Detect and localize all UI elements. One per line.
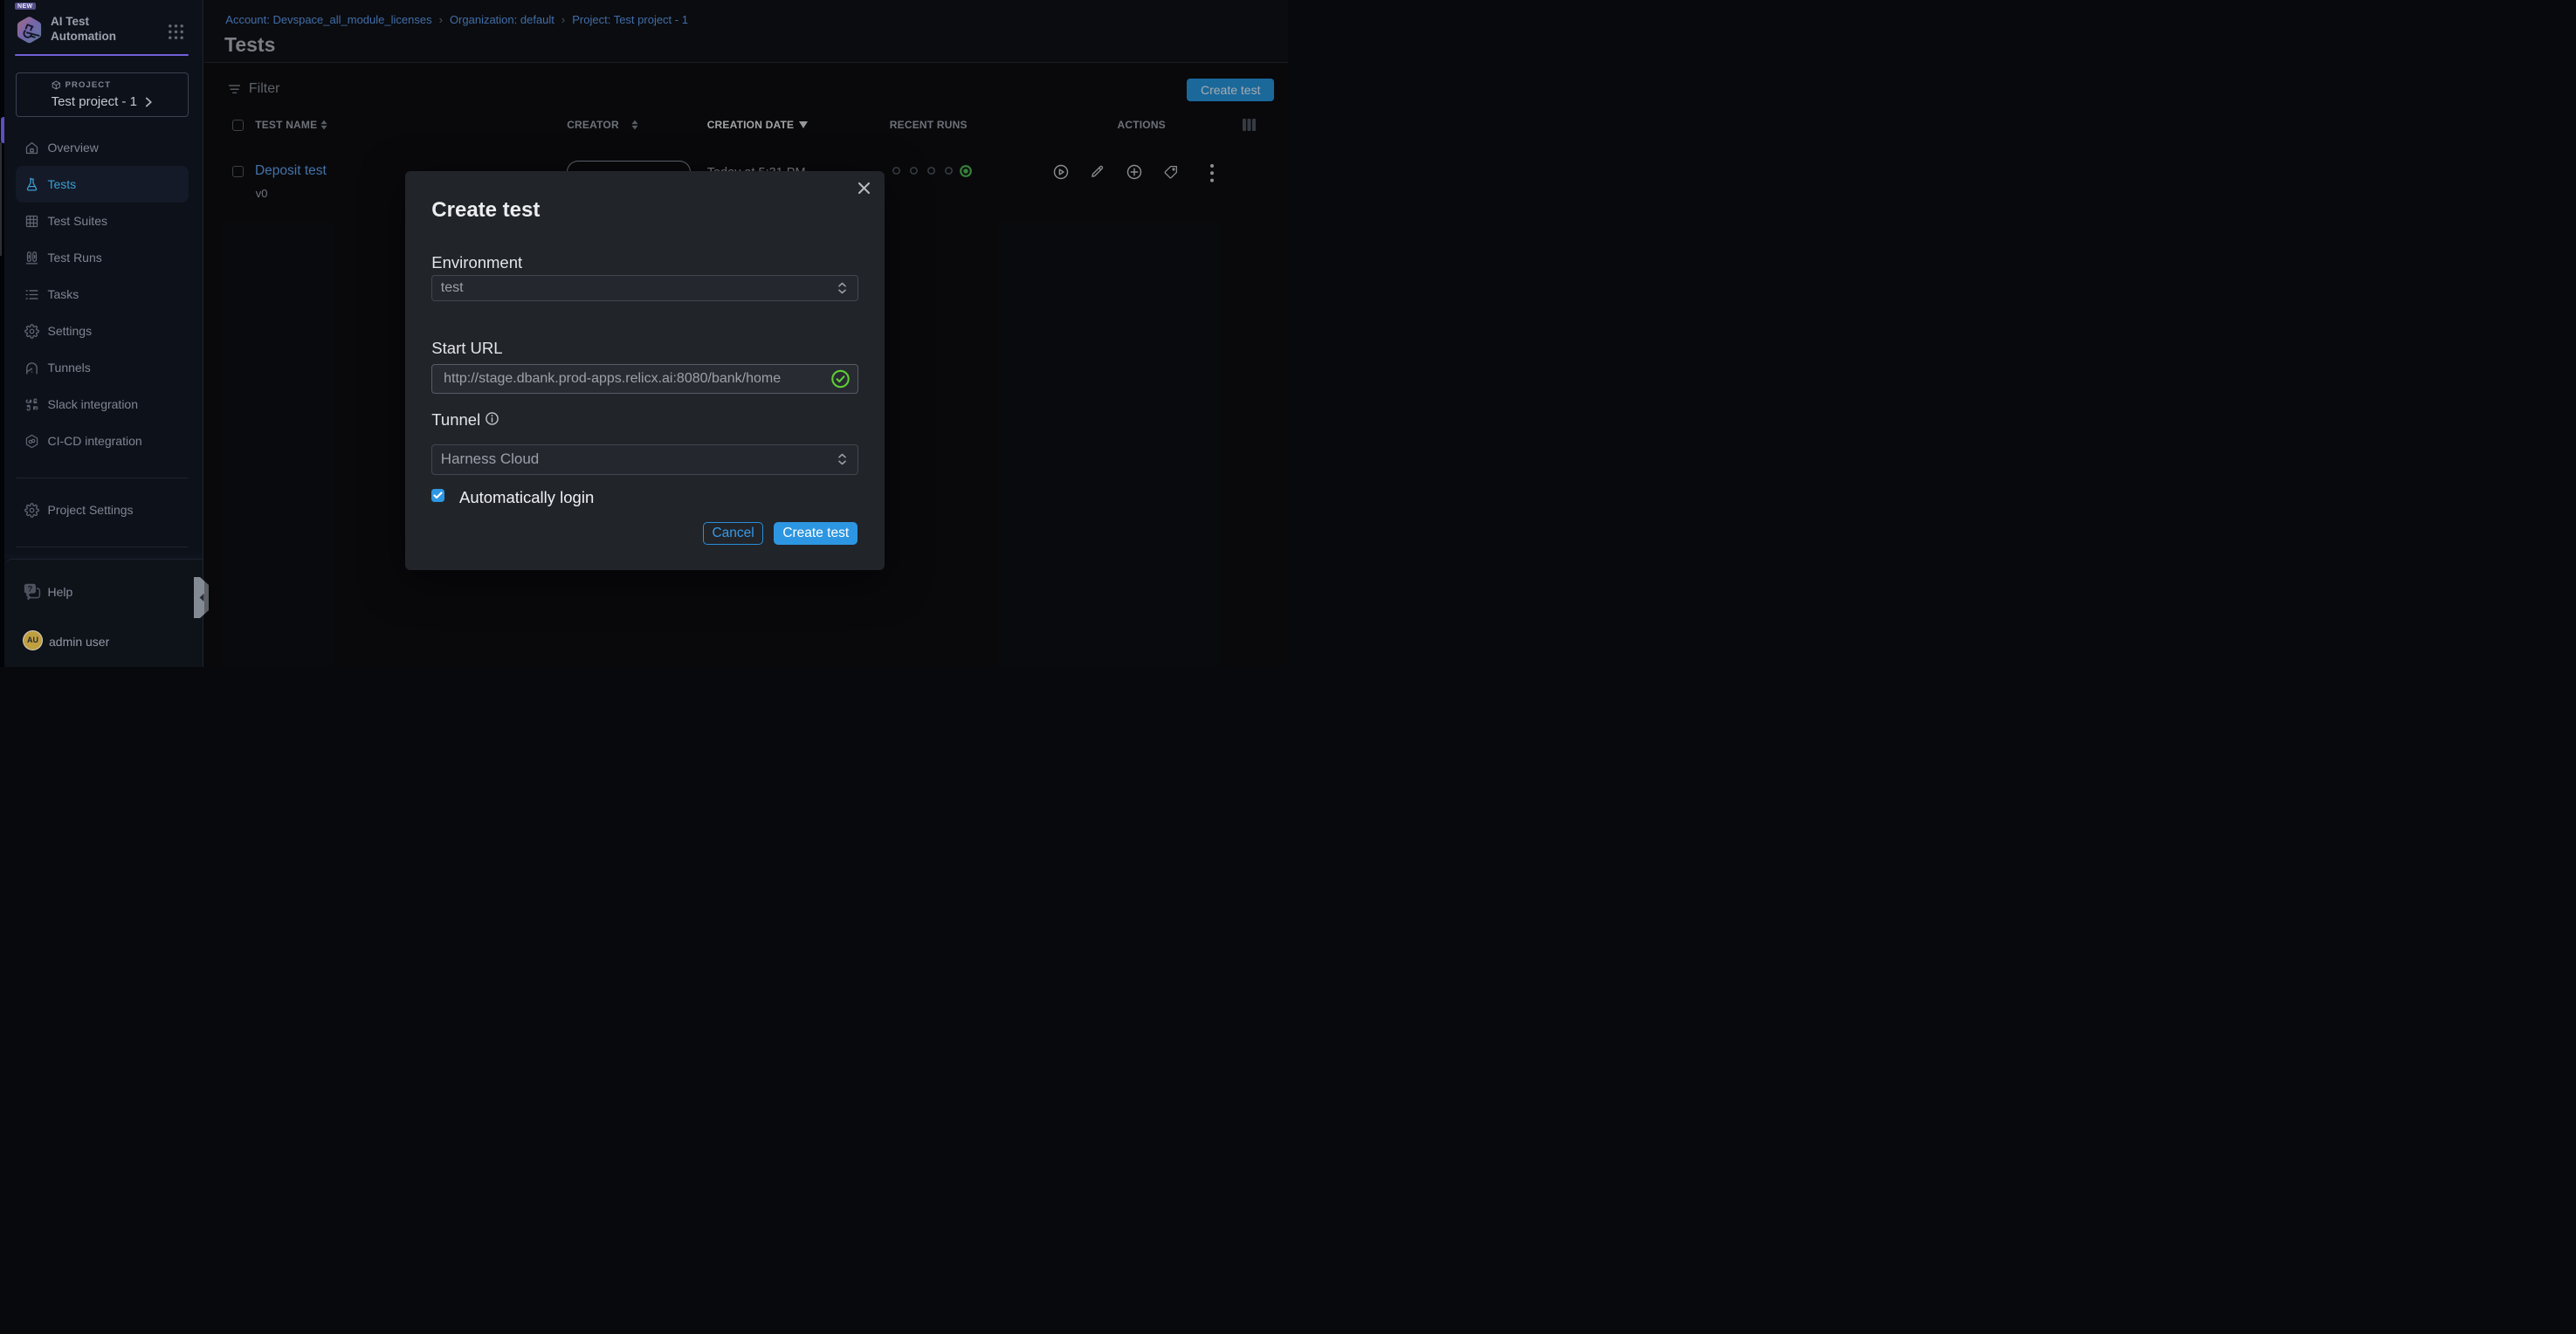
svg-text:?: ? bbox=[27, 585, 32, 595]
